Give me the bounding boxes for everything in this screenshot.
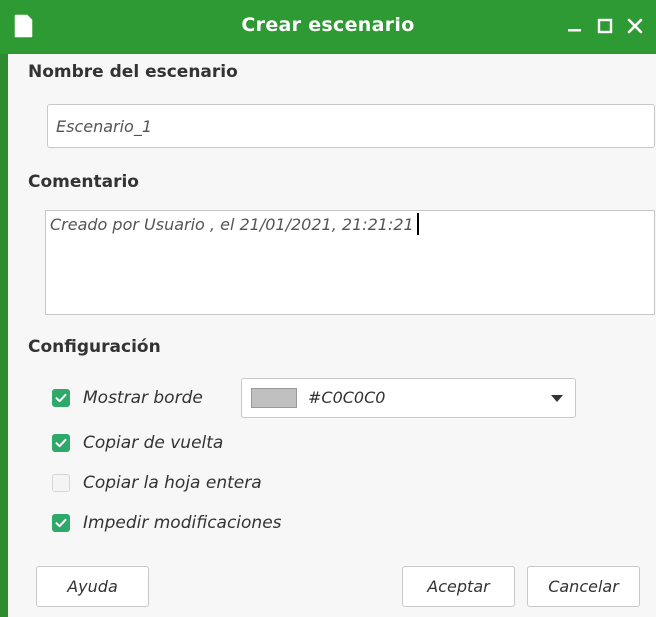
dialog-title: Crear escenario	[241, 14, 415, 36]
cancel-button[interactable]: Cancelar	[527, 566, 640, 607]
prevent-changes-label: Impedir modificaciones	[83, 513, 282, 533]
checkmark-icon	[55, 393, 67, 403]
close-icon[interactable]	[624, 14, 646, 38]
comment-text: Creado por Usuario , el 21/01/2021, 21:2…	[50, 215, 414, 234]
comment-label: Comentario	[28, 172, 139, 192]
copy-entire-sheet-label: Copiar la hoja entera	[83, 473, 262, 493]
create-scenario-dialog: Crear escenario Nombre del escenario Com…	[0, 0, 656, 617]
scenario-name-input[interactable]	[47, 104, 655, 148]
color-swatch	[251, 388, 297, 408]
dropdown-arrow-icon[interactable]	[551, 395, 563, 402]
text-cursor	[416, 213, 419, 235]
comment-textarea[interactable]: Creado por Usuario , el 21/01/2021, 21:2…	[45, 210, 655, 315]
show-border-label: Mostrar borde	[83, 388, 203, 408]
color-value: #C0C0C0	[308, 388, 386, 407]
copy-entire-sheet-checkbox[interactable]	[52, 474, 70, 492]
maximize-icon[interactable]	[594, 14, 616, 38]
prevent-changes-checkbox[interactable]	[52, 514, 70, 532]
checkmark-icon	[55, 438, 67, 448]
title-bar[interactable]: Crear escenario	[0, 0, 656, 54]
show-border-option[interactable]: Mostrar borde	[52, 386, 203, 410]
settings-label: Configuración	[28, 337, 161, 357]
ok-button[interactable]: Aceptar	[402, 566, 515, 607]
scenario-name-label: Nombre del escenario	[28, 62, 238, 82]
copy-entire-sheet-option[interactable]: Copiar la hoja entera	[52, 471, 262, 495]
copy-back-option[interactable]: Copiar de vuelta	[52, 431, 223, 455]
prevent-changes-option[interactable]: Impedir modificaciones	[52, 511, 282, 535]
minimize-icon[interactable]	[564, 14, 586, 38]
show-border-checkbox[interactable]	[52, 389, 70, 407]
copy-back-checkbox[interactable]	[52, 434, 70, 452]
checkmark-icon	[55, 518, 67, 528]
border-color-dropdown[interactable]: #C0C0C0	[241, 378, 576, 418]
help-button[interactable]: Ayuda	[36, 566, 149, 607]
copy-back-label: Copiar de vuelta	[83, 433, 224, 453]
